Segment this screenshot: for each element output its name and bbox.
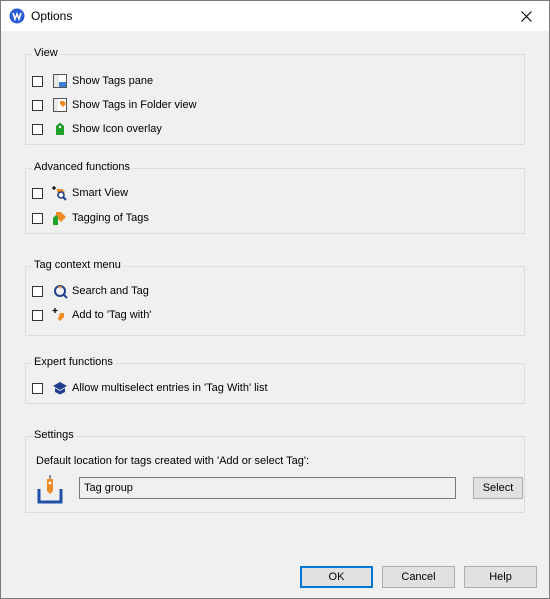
close-button[interactable] — [503, 1, 549, 31]
advanced-functions-group-title: Advanced functions — [32, 161, 133, 173]
tagging-of-tags-label: Tagging of Tags — [72, 212, 149, 224]
show-icon-overlay-checkbox[interactable] — [32, 123, 43, 135]
add-to-tag-with-checkbox[interactable] — [32, 309, 43, 321]
default-location-description: Default location for tags created with '… — [36, 455, 310, 467]
title-bar: Options — [1, 1, 549, 31]
search-and-tag-label: Search and Tag — [72, 285, 149, 297]
folder-tags-icon — [52, 97, 68, 113]
ok-button-label: OK — [328, 571, 345, 583]
search-and-tag-option: Search and Tag — [32, 282, 149, 300]
icon-overlay-icon — [52, 121, 68, 137]
cancel-button[interactable]: Cancel — [382, 566, 455, 588]
view-group: View Show Tags pane Show Tags in Folder … — [25, 47, 525, 145]
tag-context-menu-group: Tag context menu Search and Tag Add to ' — [25, 259, 525, 336]
window-title: Options — [31, 9, 73, 23]
show-tags-folder-view-option: Show Tags in Folder view — [32, 96, 197, 114]
tags-pane-icon — [52, 73, 68, 89]
smart-view-option: Smart View — [32, 184, 128, 202]
tag-context-menu-group-title: Tag context menu — [32, 259, 123, 271]
expert-functions-group-title: Expert functions — [32, 356, 115, 368]
add-to-tag-with-option: Add to 'Tag with' — [32, 306, 151, 324]
settings-group: Settings Default location for tags creat… — [25, 429, 525, 513]
default-location-input[interactable] — [79, 477, 456, 499]
help-button-label: Help — [489, 571, 512, 583]
show-tags-pane-option: Show Tags pane — [32, 72, 153, 90]
show-icon-overlay-label: Show Icon overlay — [72, 123, 162, 135]
smart-view-icon — [52, 185, 68, 201]
options-dialog: Options View Show Tags pane Show Tags in… — [0, 0, 550, 599]
add-to-tag-with-icon — [52, 307, 68, 323]
allow-multiselect-checkbox[interactable] — [32, 382, 43, 394]
tagging-of-tags-checkbox[interactable] — [32, 212, 43, 224]
tagging-of-tags-option: Tagging of Tags — [32, 209, 149, 227]
cancel-button-label: Cancel — [401, 571, 436, 583]
tagging-of-tags-icon — [52, 210, 68, 226]
add-to-tag-with-label: Add to 'Tag with' — [72, 309, 152, 321]
show-tags-folder-view-checkbox[interactable] — [32, 99, 43, 111]
settings-group-title: Settings — [32, 429, 76, 441]
show-tags-pane-label: Show Tags pane — [72, 75, 154, 87]
select-button-label: Select — [482, 482, 514, 494]
view-group-title: View — [32, 47, 60, 59]
smart-view-checkbox[interactable] — [32, 187, 43, 199]
ok-button[interactable]: OK — [300, 566, 373, 588]
close-icon — [520, 10, 532, 22]
allow-multiselect-label: Allow multiselect entries in 'Tag With' … — [72, 382, 268, 394]
app-logo-icon — [9, 8, 25, 24]
show-icon-overlay-option: Show Icon overlay — [32, 120, 162, 138]
multiselect-icon — [52, 380, 68, 396]
search-and-tag-checkbox[interactable] — [32, 285, 43, 297]
select-button[interactable]: Select — [473, 477, 523, 499]
smart-view-label: Smart View — [72, 187, 129, 199]
search-and-tag-icon — [52, 283, 68, 299]
advanced-functions-group: Advanced functions Smart View Tagging of… — [25, 161, 525, 234]
show-tags-pane-checkbox[interactable] — [32, 75, 43, 87]
allow-multiselect-option: Allow multiselect entries in 'Tag With' … — [32, 379, 268, 397]
help-button[interactable]: Help — [464, 566, 537, 588]
expert-functions-group: Expert functions Allow multiselect entri… — [25, 356, 525, 404]
tag-location-icon — [37, 475, 63, 505]
show-tags-folder-view-label: Show Tags in Folder view — [72, 99, 197, 111]
